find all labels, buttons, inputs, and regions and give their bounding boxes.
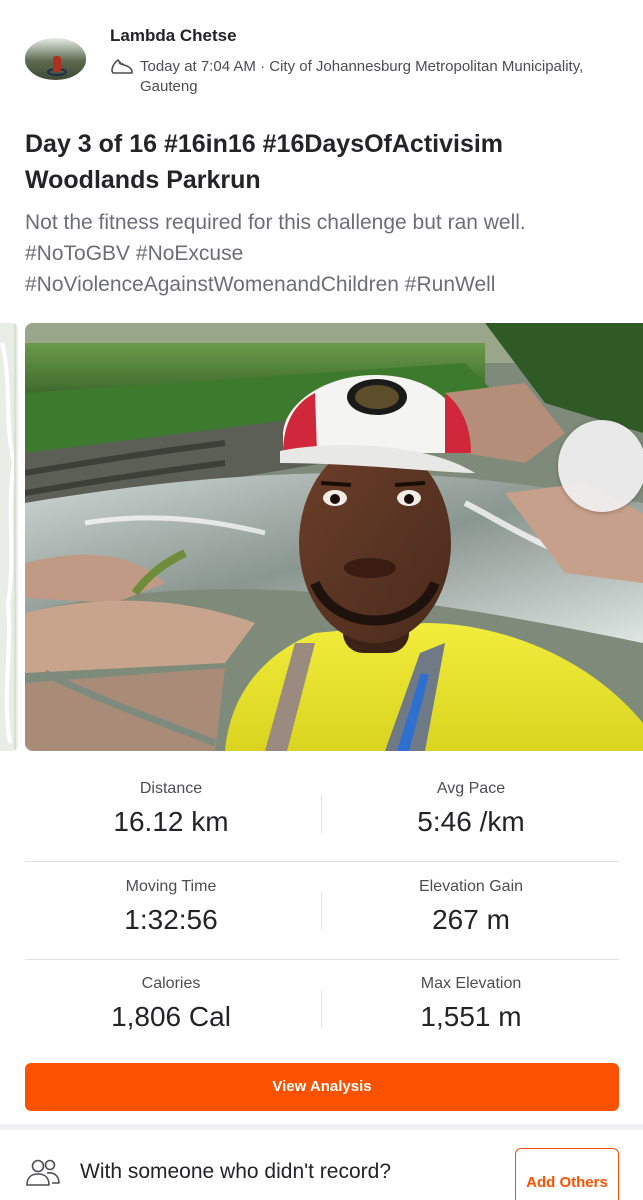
stat-value: 1,551 m (420, 1001, 522, 1032)
section-separator (0, 1124, 643, 1130)
stat-distance: Distance 16.12 km (21, 779, 321, 839)
stat-divider (321, 892, 322, 930)
stat-calories: Calories 1,806 Cal (21, 974, 321, 1034)
stat-value: 1:32:56 (124, 904, 218, 935)
people-icon (26, 1159, 60, 1186)
stat-value: 5:46 /km (417, 806, 525, 837)
stat-value: 267 m (432, 904, 510, 935)
activity-photo[interactable] (25, 323, 643, 751)
athlete-avatar[interactable] (25, 38, 86, 80)
with-someone-prompt: With someone who didn't record? (80, 1160, 392, 1183)
row-divider (25, 861, 619, 862)
view-analysis-button[interactable]: View Analysis (25, 1063, 619, 1111)
stat-divider (321, 990, 322, 1028)
stat-avg-pace: Avg Pace 5:46 /km (321, 779, 621, 839)
stat-label: Max Elevation (420, 975, 522, 992)
stat-label: Elevation Gain (418, 878, 524, 895)
row-divider (25, 959, 619, 960)
activity-meta: Today at 7:04 AM · City of Johannesburg … (140, 58, 584, 95)
avatar-rider (53, 56, 61, 72)
stat-label: Calories (141, 975, 201, 992)
athlete-name[interactable]: Lambda Chetse (110, 26, 237, 46)
add-others-button[interactable]: Add Others (515, 1148, 619, 1200)
map-preview[interactable] (0, 323, 18, 751)
carousel-next-button[interactable] (558, 420, 643, 512)
stat-value: 16.12 km (113, 806, 229, 837)
activity-description: Not the fitness required for this challe… (25, 211, 526, 296)
activity-title[interactable]: Day 3 of 16 #16in16 #16DaysOfActivisim W… (25, 126, 625, 198)
stat-label: Moving Time (125, 878, 217, 895)
stat-label: Avg Pace (436, 780, 506, 797)
stat-divider (321, 795, 322, 833)
stat-moving-time: Moving Time 1:32:56 (21, 877, 321, 937)
stat-max-elevation: Max Elevation 1,551 m (321, 974, 621, 1034)
map-route-lines (0, 323, 17, 751)
stat-value: 1,806 Cal (111, 1001, 231, 1032)
selfie-river-scene (25, 323, 643, 751)
stat-elevation-gain: Elevation Gain 267 m (321, 877, 621, 937)
stat-label: Distance (139, 780, 203, 797)
shoe-icon (111, 59, 133, 74)
